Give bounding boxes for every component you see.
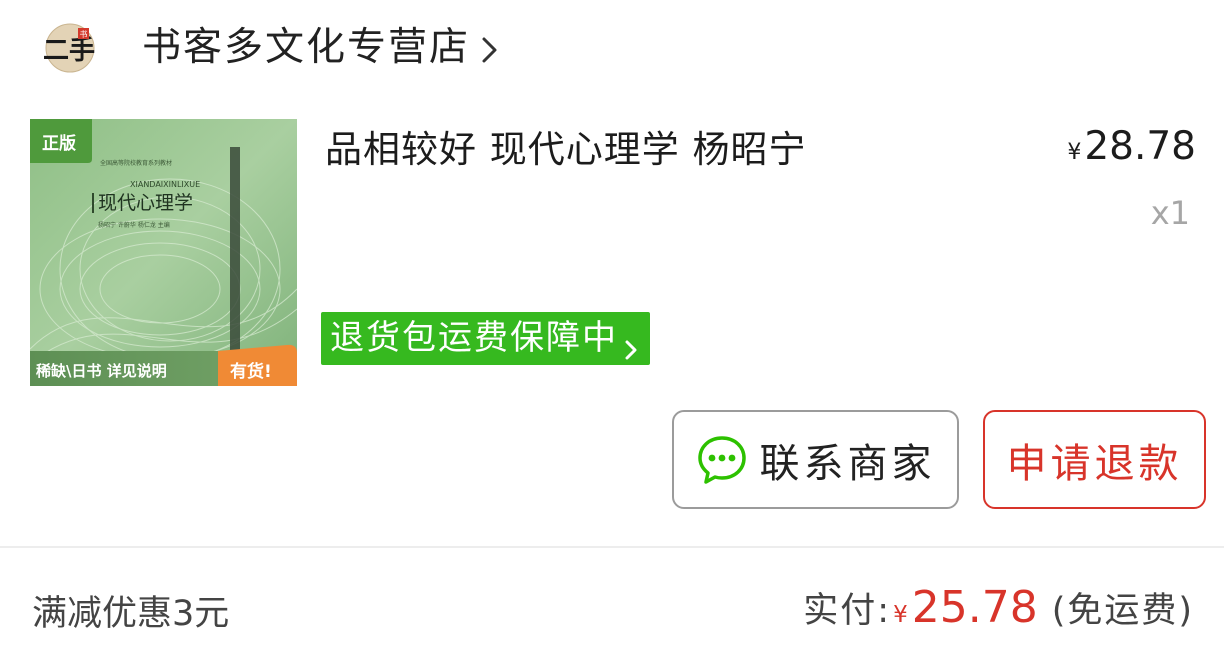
section-divider [0,546,1224,548]
store-name: 书客多文化专营店 [142,25,471,70]
wechat-chat-icon [696,434,748,486]
shipping-note: (免运费) [1051,591,1194,631]
cover-series: 全国高等院校教育系列教材 [100,159,172,167]
return-badge-label: 退货包运费保障中 [330,318,618,358]
cover-title: 现代心理学 [98,192,193,214]
cover-authors: 杨昭宁 许蔚华 杨仁龙 主编 [98,221,170,229]
chevron-right-icon [624,326,638,359]
request-refund-label: 申请退款 [1006,440,1183,487]
request-refund-button[interactable]: 申请退款 [983,410,1206,509]
paid-currency: ¥ [893,602,908,628]
chevron-right-icon [480,30,500,66]
store-logo-icon[interactable]: 二手 书 [43,22,96,74]
product-price: ¥ 28.78 [1067,124,1196,170]
product-quantity: x1 [1150,194,1190,232]
contact-seller-button[interactable]: 联系商家 [672,410,959,509]
paid-amount: 25.78 [911,582,1038,633]
paid-label: 实付: [803,591,892,631]
product-title[interactable]: 品相较好 现代心理学 杨昭宁 [325,124,807,176]
price-amount: 28.78 [1084,124,1196,169]
store-name-link[interactable]: 书客多文化专营店 [142,22,500,74]
cover-pinyin: XIANDAIXINLIXUE [130,180,200,189]
return-shipping-badge[interactable]: 退货包运费保障中 [321,312,650,365]
store-header: 二手 书 书客多文化专营店 [0,0,1224,100]
discount-note: 满减优惠3元 [32,594,230,634]
price-currency: ¥ [1067,140,1082,165]
paid-total: 实付: ¥ 25.78 (免运费) [803,582,1194,633]
store-logo-stamp: 书 [80,29,88,39]
cover-bottom-left: 稀缺\日书 详见说明 [36,362,167,380]
contact-seller-label: 联系商家 [759,440,936,487]
cover-bottom-right: 有货! [230,361,272,382]
store-logo-text: 二手 [44,36,95,66]
product-image[interactable]: 全国高等院校教育系列教材 XIANDAIXINLIXUE 现代心理学 杨昭宁 许… [30,119,297,386]
cover-corner-tag: 正版 [42,133,76,154]
